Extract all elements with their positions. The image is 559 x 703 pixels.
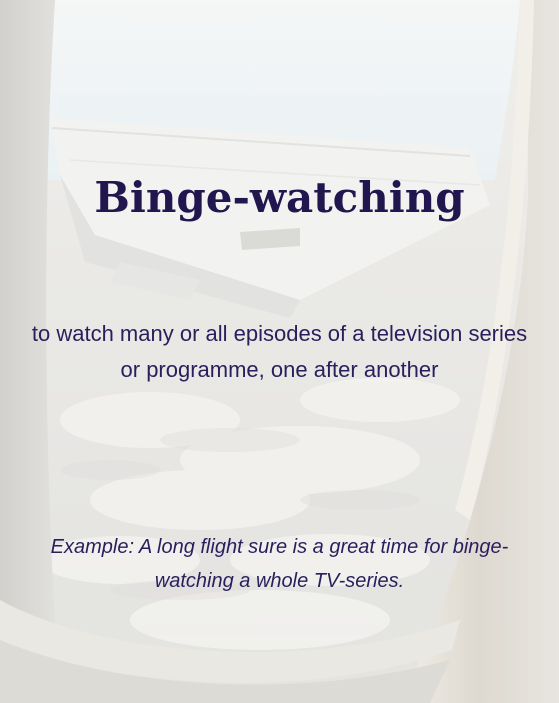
definition-text: to watch many or all episodes of a telev…: [31, 321, 528, 382]
example-sentence: Example: A long flight sure is a great t…: [50, 536, 509, 592]
page-title: Binge-watching: [94, 173, 465, 222]
